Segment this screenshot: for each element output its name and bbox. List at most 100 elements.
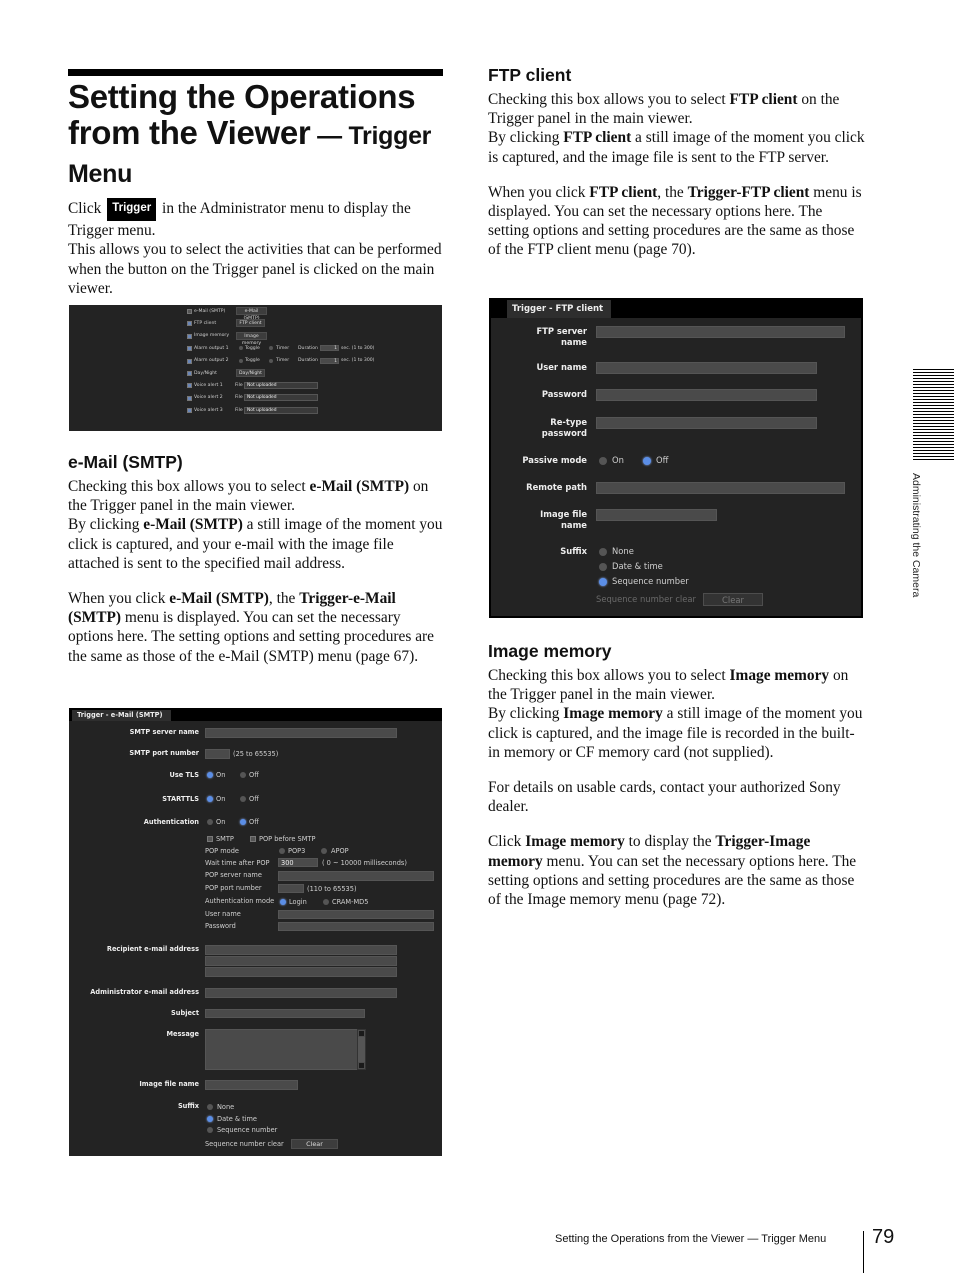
wait-time-input[interactable]: 300 [278,858,318,867]
user-name-input[interactable] [596,362,817,374]
email-para2: When you click e-Mail (SMTP), the Trigge… [68,589,446,666]
row-label: Day/Night [194,370,217,376]
image-memory-section: Image memory Checking this box allows yo… [488,640,866,909]
suffix-label-2: Date & time [612,561,663,571]
suffix-radio-3[interactable] [599,578,607,586]
pop-server-name-input[interactable] [278,871,434,881]
file-field: Not uploaded [244,406,318,414]
image-file-name-input[interactable] [205,1080,298,1090]
authentication-on-radio[interactable] [207,819,213,825]
clear-button[interactable]: Clear [703,593,763,606]
pop-before-smtp-checkbox[interactable] [250,836,256,842]
checkbox[interactable] [187,371,192,376]
image-memory-para3: Click Image memory to display the Trigge… [488,832,866,909]
suffix-label: Suffix [177,1102,199,1110]
auth-mode-label: Authentication mode [205,897,275,905]
subject-input[interactable] [205,1009,365,1018]
login-radio[interactable] [280,899,286,905]
duration-input[interactable]: 1 [320,357,339,364]
row-label: Alarm output 1 [194,345,229,351]
starttls-off-radio[interactable] [240,796,246,802]
trigger-button[interactable]: Image memory [236,331,267,346]
passive-on-radio[interactable] [599,457,607,465]
text-run: Image memory [563,705,663,723]
tab-trigger-email[interactable]: Trigger - e-Mail (SMTP) [72,710,171,721]
image-file-name-label: Image file name [139,1080,199,1088]
starttls-on-radio[interactable] [207,796,213,802]
message-textarea[interactable] [205,1029,365,1070]
checkbox[interactable] [187,358,192,364]
timer-radio[interactable] [269,358,273,363]
remote-path-input[interactable] [596,482,845,494]
pop-port-range: (110 to 65535) [307,885,357,893]
trigger-button[interactable]: e-Mail (SMTP) [236,307,267,321]
text-run: Trigger-FTP client [687,183,810,201]
recipient-input-1[interactable] [205,945,397,955]
smtp-checkbox[interactable] [207,836,213,842]
ftp-server-name-input[interactable] [596,326,845,338]
row-label: FTP client [194,320,217,326]
suffix-radio-2[interactable] [599,563,607,571]
image-file-name-input[interactable] [596,509,717,521]
file-label: File [235,382,243,388]
pop3-radio[interactable] [279,848,285,854]
apop-radio[interactable] [321,848,327,854]
checkbox[interactable] [187,408,192,414]
clear-button[interactable]: Clear [291,1139,338,1149]
checkbox[interactable] [187,395,192,401]
suffix-radio-3[interactable] [207,1127,213,1133]
suffix-label-1: None [217,1103,235,1111]
password-input[interactable] [596,389,817,401]
footer-title: Setting the Operations from the Viewer —… [555,1233,827,1245]
authentication-off-radio[interactable] [240,819,246,825]
scroll-down-button[interactable] [358,1062,365,1069]
use-tls-on-radio[interactable] [207,772,213,778]
text-run: Checking this box allows you to select [488,667,730,684]
wait-time-label: Wait time after POP [205,859,270,867]
trigger-button[interactable]: Day/Night [236,369,265,377]
intro-click: Click [68,200,102,217]
retype-password-input[interactable] [596,417,817,429]
user-name-input[interactable] [278,910,434,919]
text-run: , the [657,183,688,201]
cram-radio[interactable] [323,899,329,905]
suffix-radio-1[interactable] [207,1104,213,1110]
checkbox[interactable] [187,309,192,314]
checkbox[interactable] [187,333,192,339]
scroll-up-button[interactable] [358,1030,365,1037]
text-run: e-Mail (SMTP) [143,516,243,534]
suffix-radio-1[interactable] [599,548,607,556]
toggle-radio[interactable] [239,346,243,351]
administrator-input[interactable] [205,988,397,998]
use-tls-off-radio[interactable] [240,772,246,778]
suffix-radio-2[interactable] [207,1116,213,1122]
recipient-input-3[interactable] [205,967,397,977]
smtp-server-name-input[interactable] [205,728,397,738]
smtp-port-input[interactable] [205,749,230,759]
duration-input[interactable]: 1 [320,345,339,352]
checkbox[interactable] [187,346,192,352]
toggle-label: Toggle [245,345,260,351]
administrator-label: Administrator e-mail address [90,988,199,996]
ftp-section: FTP client Checking this box allows you … [488,64,866,260]
pop-port-input[interactable] [278,884,304,893]
text-run: menu is displayed. You can set the neces… [68,609,435,665]
password-input[interactable] [278,922,434,931]
text-run: Image memory [525,833,625,851]
use-tls-label: Use TLS [169,771,200,779]
recipient-input-2[interactable] [205,956,397,966]
page-title-sub2: Menu [68,160,133,188]
toggle-radio[interactable] [239,358,243,363]
checkbox[interactable] [187,383,192,389]
ftp-heading: FTP client [488,65,572,85]
checkbox[interactable] [187,321,192,327]
passive-off-radio[interactable] [643,457,651,465]
timer-radio[interactable] [269,346,273,351]
footer-divider [863,1231,864,1273]
file-label: File [235,407,243,413]
text-run: Checking this box allows you to select [488,91,730,108]
trigger-button[interactable]: FTP client [236,319,265,328]
suffix-label-3: Sequence number [612,576,689,586]
tab-trigger-ftp[interactable]: Trigger - FTP client [507,300,611,318]
text-run: By clicking [68,516,144,534]
